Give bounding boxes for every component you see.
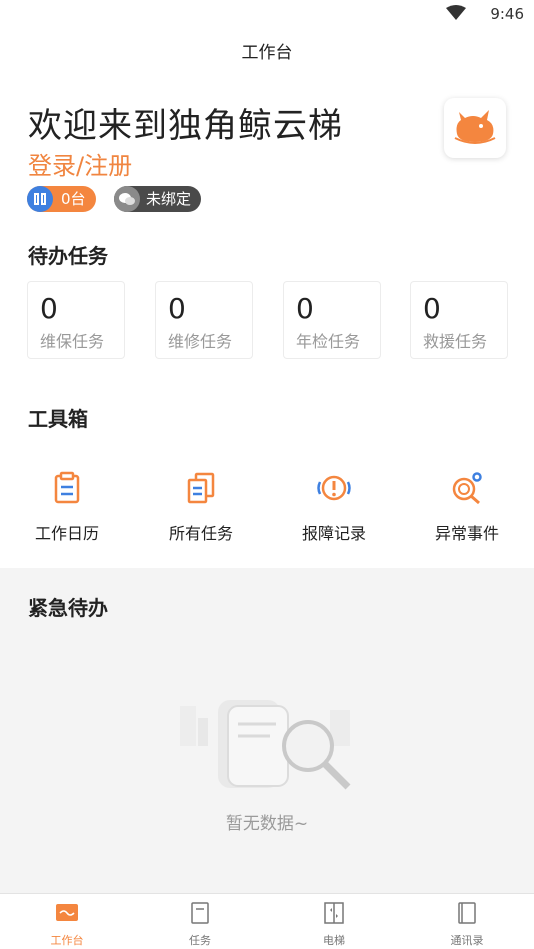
pending-tasks-title: 待办任务: [28, 244, 108, 268]
wechat-icon: [114, 186, 140, 212]
tab-tasks[interactable]: 任务: [150, 902, 250, 948]
tab-contacts[interactable]: 通讯录: [417, 902, 517, 948]
all-tasks-tool[interactable]: 所有任务: [141, 470, 261, 544]
elevator-icon: [27, 186, 53, 212]
status-bar: 9:46: [0, 0, 534, 30]
task-count: 0: [40, 292, 58, 325]
task-label: 维保任务: [40, 332, 105, 351]
task-count: 0: [423, 292, 441, 325]
inspection-task-card[interactable]: 0 年检任务: [283, 281, 381, 359]
narwhal-logo-icon: [454, 110, 496, 144]
tab-label: 任务: [189, 934, 211, 947]
welcome-title: 欢迎来到独角鲸云梯: [28, 106, 343, 146]
tool-label: 工作日历: [34, 524, 99, 543]
pending-task-cards: 0 维保任务 0 维修任务 0 年检任务 0 救援任务: [27, 281, 508, 359]
urgent-section: 紧急待办 暂无数据~: [0, 568, 534, 893]
task-count: 0: [296, 292, 314, 325]
anomaly-search-icon: [452, 472, 482, 505]
wechat-bind-badge[interactable]: 未绑定: [114, 186, 202, 212]
work-calendar-tool[interactable]: 工作日历: [7, 470, 127, 544]
maintenance-task-card[interactable]: 0 维保任务: [27, 281, 125, 359]
page-title: 工作台: [241, 43, 293, 63]
task-list-icon: [191, 902, 209, 924]
task-count: 0: [168, 292, 186, 325]
elevator-count-badge[interactable]: 0台: [27, 186, 96, 212]
tab-workbench[interactable]: 工作台: [17, 902, 117, 948]
alert-icon: [317, 475, 351, 501]
login-register-link[interactable]: 登录/注册: [28, 146, 132, 181]
toolbox-grid: 工作日历 所有任务 报障记录 异常事件: [0, 470, 534, 544]
elevator-icon: [324, 902, 344, 924]
tab-elevators[interactable]: 电梯: [284, 902, 384, 948]
tool-label: 异常事件: [434, 524, 499, 543]
empty-data-text: 暂无数据~: [225, 814, 309, 834]
rescue-task-card[interactable]: 0 救援任务: [410, 281, 508, 359]
bottom-tab-bar: 工作台 任务 电梯 通讯录: [0, 893, 534, 949]
clipboard-icon: [54, 471, 80, 504]
anomaly-event-tool[interactable]: 异常事件: [407, 470, 527, 544]
contacts-book-icon: [458, 902, 476, 924]
tab-label: 工作台: [50, 934, 84, 947]
task-label: 救援任务: [423, 332, 488, 351]
elevator-count: 0台: [61, 190, 86, 208]
task-label: 年检任务: [296, 332, 361, 351]
repair-task-card[interactable]: 0 维修任务: [155, 281, 253, 359]
documents-icon: [187, 472, 215, 504]
workbench-icon: [56, 904, 78, 921]
status-time: 9:46: [490, 5, 524, 23]
tool-label: 所有任务: [168, 524, 233, 543]
empty-data-illustration: [180, 700, 351, 790]
tool-label: 报障记录: [301, 524, 366, 543]
fault-record-tool[interactable]: 报障记录: [274, 470, 394, 544]
app-logo: [444, 98, 506, 158]
toolbox-title: 工具箱: [28, 407, 88, 431]
tab-label: 电梯: [323, 934, 345, 947]
tab-label: 通讯录: [450, 934, 484, 947]
wechat-status: 未绑定: [146, 190, 192, 208]
wifi-icon: [446, 5, 466, 20]
urgent-title: 紧急待办: [28, 596, 108, 620]
task-label: 维修任务: [168, 332, 233, 351]
